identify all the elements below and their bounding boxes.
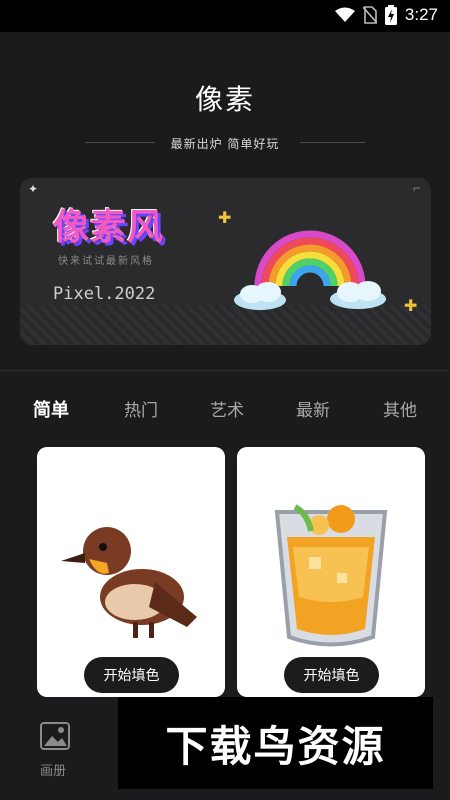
promo-banner[interactable]: ✦ ⌐ 像素风 快来试试最新风格 Pixel.2022 ✚ ✚ [20, 178, 431, 345]
banner-tagline: 快来试试最新风格 [58, 256, 154, 267]
subtitle-row: 最新出炉 简单好玩 [0, 133, 450, 153]
status-icons: 3:27 [334, 5, 438, 25]
artwork-card[interactable]: 开始填色 [37, 447, 225, 697]
battery-charging-icon [384, 5, 397, 25]
tab-art[interactable]: 艺术 [210, 396, 244, 421]
tab-newest[interactable]: 最新 [296, 396, 330, 421]
banner-version: Pixel.2022 [53, 284, 156, 304]
rainbow-pixel-art [234, 230, 386, 310]
wifi-icon [334, 7, 355, 22]
sparkle-icon: ✚ [404, 296, 418, 315]
tab-simple[interactable]: 简单 [33, 396, 69, 422]
page-subtitle: 最新出炉 简单好玩 [170, 137, 280, 151]
artwork-card[interactable]: 开始填色 [237, 447, 425, 697]
corner-mark-icon: ⌐ [412, 184, 421, 195]
banner-logo: 像素风 [53, 207, 165, 248]
nav-album-label[interactable]: 画册 [40, 760, 66, 779]
section-divider [0, 370, 450, 371]
tab-popular[interactable]: 热门 [124, 396, 158, 421]
watermark: 下载鸟资源 [118, 697, 433, 789]
status-bar: 3:27 [0, 0, 450, 32]
start-coloring-button[interactable]: 开始填色 [84, 657, 179, 693]
status-time: 3:27 [404, 5, 438, 24]
category-tabs: 简单 热门 艺术 最新 其他 [0, 396, 450, 424]
start-coloring-button[interactable]: 开始填色 [284, 657, 379, 693]
no-sim-icon [362, 6, 377, 24]
watermark-text: 下载鸟资源 [165, 721, 386, 771]
subtitle-divider-right [300, 142, 365, 143]
page-title: 像素 [194, 83, 255, 116]
sparkle-icon: ✦ [28, 182, 39, 196]
image-icon[interactable] [40, 722, 70, 750]
cloud-left [234, 282, 286, 310]
tab-other[interactable]: 其他 [383, 396, 417, 421]
